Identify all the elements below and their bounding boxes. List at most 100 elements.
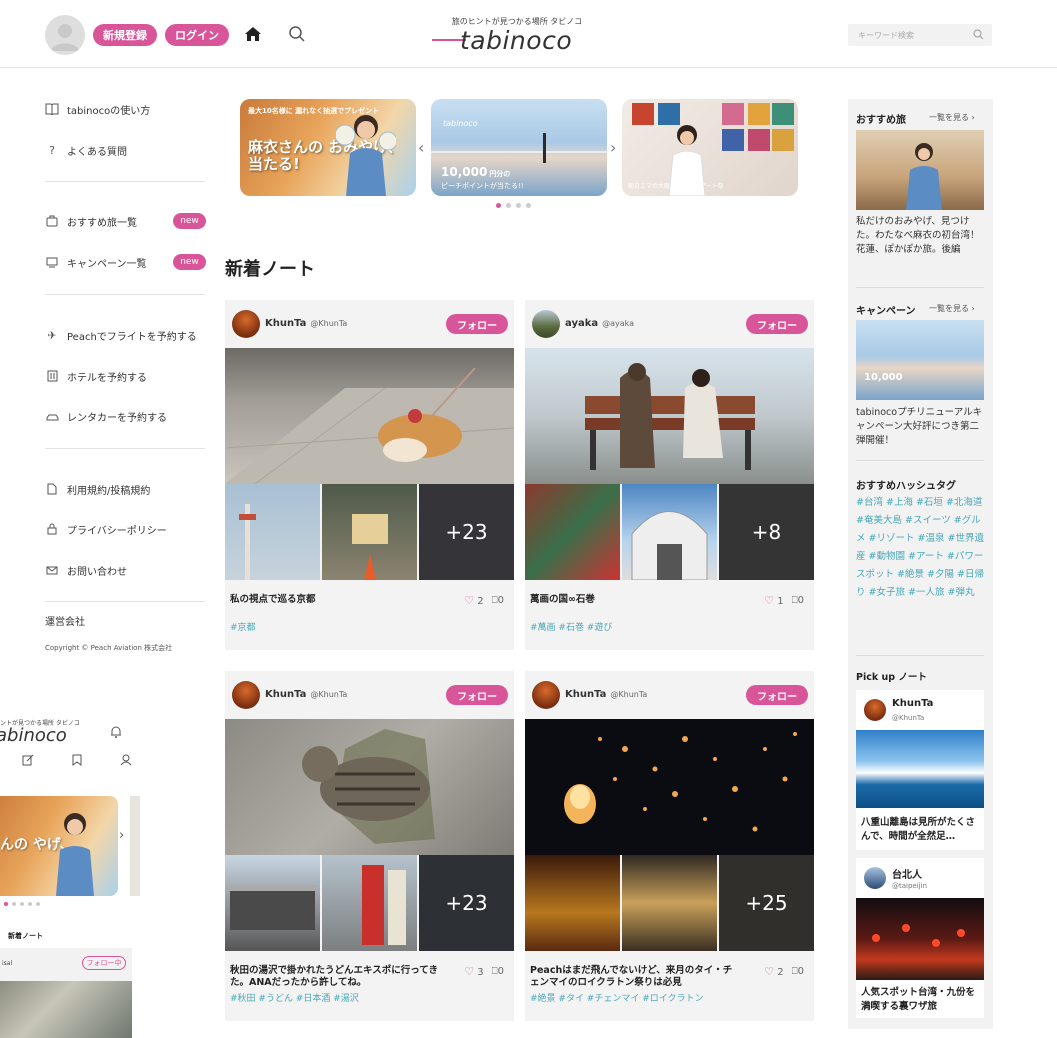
pickup-author[interactable]: 台北人 bbox=[892, 866, 922, 881]
user-avatar[interactable] bbox=[864, 699, 886, 721]
sidebar-item-recommended[interactable]: おすすめ旅一覧 bbox=[45, 213, 137, 229]
follow-button[interactable]: フォロー bbox=[446, 685, 508, 705]
register-button[interactable]: 新規登録 bbox=[93, 24, 157, 46]
follow-button[interactable]: フォロー bbox=[746, 685, 808, 705]
following-button[interactable]: フォロー中 bbox=[82, 956, 126, 970]
sidebar-item-hotel[interactable]: ホテルを予約する bbox=[45, 368, 147, 384]
note-thumb[interactable] bbox=[322, 484, 417, 580]
user-avatar[interactable] bbox=[45, 15, 85, 55]
note-thumb[interactable] bbox=[622, 855, 717, 951]
pickup-author[interactable]: KhunTa bbox=[892, 698, 933, 709]
pickup-text[interactable]: 人気スポット台湾・九份を満喫する裏ワザ旅 bbox=[861, 986, 981, 1014]
card-title[interactable]: 秋田の湯沢で掛かれたうどんエキスポに行ってきた。ANAだったから許してね。 bbox=[230, 965, 440, 989]
recommended-see-all-link[interactable]: 一覧を見る › bbox=[929, 112, 975, 123]
mobile-note-card[interactable]: isal フォロー中 bbox=[0, 948, 132, 1038]
pickup-photo[interactable] bbox=[856, 730, 984, 808]
site-logo[interactable]: tabinoco bbox=[430, 26, 600, 56]
sidebar-item-flight[interactable]: ✈ Peachでフライトを予約する bbox=[45, 327, 196, 343]
carousel-dot[interactable] bbox=[28, 902, 32, 906]
save-button[interactable]: ⎕0 bbox=[492, 595, 504, 606]
user-avatar[interactable] bbox=[232, 310, 260, 338]
carousel-prev-icon[interactable]: ‹ bbox=[418, 138, 424, 157]
card-tags[interactable]: #秋田 #うどん #日本酒 #湯沢 bbox=[230, 991, 359, 1004]
note-main-photo[interactable] bbox=[525, 719, 814, 855]
note-thumb[interactable] bbox=[525, 855, 620, 951]
card-title[interactable]: Peachはまだ飛んでないけど、来月のタイ・チェンマイのロイクラトン祭りは必見 bbox=[530, 965, 740, 989]
note-thumb[interactable] bbox=[622, 484, 717, 580]
campaign-text[interactable]: tabinocoプチリニューアルキャンペーン大好評につき第二弾開催！ bbox=[856, 406, 986, 448]
note-card[interactable]: KhunTa @KhunTa フォロー +25 Peachはまだ飛んでないけど、来… bbox=[525, 671, 814, 1021]
note-thumb[interactable] bbox=[525, 484, 620, 580]
carousel-banner-art[interactable]: 朝日エマの大阪、市民の日アート祭 bbox=[622, 99, 798, 196]
note-thumb[interactable] bbox=[322, 855, 417, 951]
sidebar-item-rentacar[interactable]: レンタカーを予約する bbox=[45, 408, 167, 424]
save-button[interactable]: ⎕0 bbox=[792, 595, 804, 606]
note-card[interactable]: ayaka @ayaka フォロー +8 萬画の国∞石巻 ♡ 1 ⎕0 #萬画 #… bbox=[525, 300, 814, 650]
follow-button[interactable]: フォロー bbox=[746, 314, 808, 334]
pickup-card[interactable]: 台北人 @taipeijin 人気スポット台湾・九份を満喫する裏ワザ旅 bbox=[856, 858, 984, 1018]
card-author[interactable]: ayaka @ayaka bbox=[565, 318, 634, 329]
card-title[interactable]: 萬画の国∞石巻 bbox=[530, 594, 740, 606]
follow-button[interactable]: フォロー bbox=[446, 314, 508, 334]
card-author[interactable]: KhunTa @KhunTa bbox=[565, 689, 647, 700]
recommended-text[interactable]: 私だけのおみやげ、見つけた。わたなべ麻衣の初台湾！花蓮、ぽかぽか旅。後編 bbox=[856, 215, 986, 257]
sidebar-item-terms[interactable]: 利用規約/投稿規約 bbox=[45, 481, 150, 497]
user-avatar[interactable] bbox=[532, 310, 560, 338]
hashtag-list[interactable]: #台湾 #上海 #石垣 #北海道 #奄美大島 #スイーツ #グルメ #リゾート … bbox=[856, 494, 988, 602]
mobile-logo[interactable]: abinoco bbox=[0, 725, 67, 746]
search-icon[interactable] bbox=[288, 25, 306, 43]
carousel-next-icon[interactable]: › bbox=[119, 828, 124, 843]
like-button[interactable]: ♡ 1 bbox=[764, 594, 783, 607]
more-photos-count[interactable]: +23 bbox=[419, 484, 514, 580]
more-photos-count[interactable]: +8 bbox=[719, 484, 814, 580]
user-avatar[interactable] bbox=[864, 867, 886, 889]
keyword-search-input[interactable]: キーワード検索 bbox=[848, 24, 992, 46]
note-main-photo[interactable] bbox=[525, 348, 814, 484]
bookmark-icon[interactable] bbox=[72, 754, 82, 766]
sidebar-item-privacy[interactable]: プライバシーポリシー bbox=[45, 521, 167, 537]
carousel-banner-campaign[interactable]: tabinoco 10,000 円分の ピーチポイントが当たる!! bbox=[431, 99, 607, 196]
carousel-dot[interactable] bbox=[506, 203, 511, 208]
search-icon[interactable] bbox=[973, 29, 984, 40]
card-title[interactable]: 私の視点で巡る京都 bbox=[230, 594, 440, 606]
sidebar-item-faq[interactable]: ? よくある質問 bbox=[45, 142, 127, 158]
user-avatar[interactable] bbox=[232, 681, 260, 709]
mobile-note-photo[interactable] bbox=[0, 981, 132, 1038]
login-button[interactable]: ログイン bbox=[165, 24, 229, 46]
note-main-photo[interactable] bbox=[225, 719, 514, 855]
card-tags[interactable]: #萬画 #石巻 #遊び bbox=[530, 620, 612, 633]
carousel-dot[interactable] bbox=[12, 902, 16, 906]
more-photos-count[interactable]: +23 bbox=[419, 855, 514, 951]
save-button[interactable]: ⎕0 bbox=[492, 966, 504, 977]
carousel-dot[interactable] bbox=[516, 203, 521, 208]
note-card[interactable]: KhunTa @KhunTa フォロー +23 私の視点で巡る京都 ♡ 2 ⎕0 … bbox=[225, 300, 514, 650]
pickup-photo[interactable] bbox=[856, 898, 984, 980]
like-button[interactable]: ♡ 2 bbox=[464, 594, 483, 607]
like-button[interactable]: ♡ 3 bbox=[464, 965, 483, 978]
mobile-banner[interactable]: んの やげ、 bbox=[0, 796, 118, 896]
campaign-see-all-link[interactable]: 一覧を見る › bbox=[929, 303, 975, 314]
campaign-photo[interactable]: 10,000 bbox=[856, 320, 984, 400]
recommended-photo[interactable] bbox=[856, 130, 984, 210]
operator-link[interactable]: 運営会社 bbox=[45, 613, 85, 628]
carousel-banner-souvenir[interactable]: 最大10名様に 漏れなく抽選でプレゼント 麻衣さんの おみやげ、 当たる! bbox=[240, 99, 416, 196]
bell-icon[interactable] bbox=[110, 725, 122, 738]
sidebar-item-contact[interactable]: お問い合わせ bbox=[45, 562, 127, 578]
carousel-dot[interactable] bbox=[36, 902, 40, 906]
carousel-dot[interactable] bbox=[20, 902, 24, 906]
sidebar-item-howto[interactable]: tabinocoの使い方 bbox=[45, 101, 150, 117]
carousel-next-icon[interactable]: › bbox=[610, 138, 616, 157]
carousel-dot[interactable] bbox=[496, 203, 501, 208]
carousel-dot[interactable] bbox=[4, 902, 8, 906]
card-tags[interactable]: #絶景 #タイ #チェンマイ #ロイクラトン bbox=[530, 991, 704, 1004]
pickup-card[interactable]: KhunTa @KhunTa 八重山離島は見所がたくさんで、時間が全然足… bbox=[856, 690, 984, 850]
more-photos-count[interactable]: +25 bbox=[719, 855, 814, 951]
note-thumb[interactable] bbox=[225, 484, 320, 580]
note-card[interactable]: KhunTa @KhunTa フォロー +23 秋田の湯沢で掛かれたうどんエキスポ… bbox=[225, 671, 514, 1021]
carousel-dot[interactable] bbox=[526, 203, 531, 208]
home-icon[interactable] bbox=[244, 25, 262, 43]
like-button[interactable]: ♡ 2 bbox=[764, 965, 783, 978]
user-avatar[interactable] bbox=[532, 681, 560, 709]
card-author[interactable]: KhunTa @KhunTa bbox=[265, 689, 347, 700]
edit-icon[interactable] bbox=[22, 754, 34, 766]
